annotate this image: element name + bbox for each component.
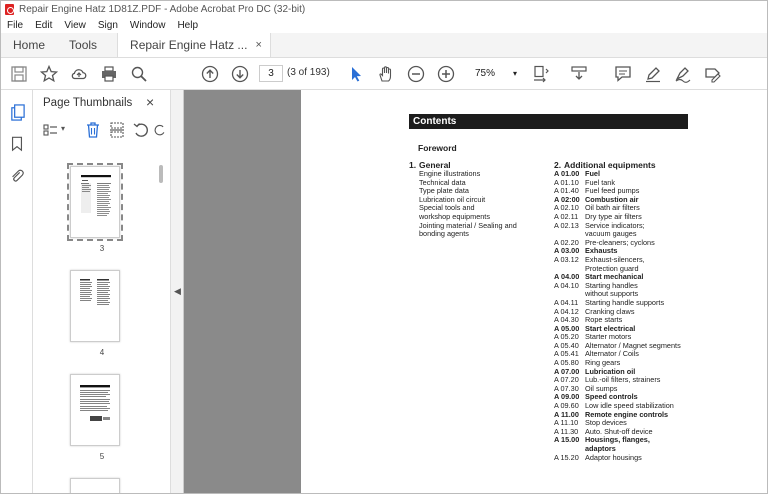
page-display-icon[interactable]	[531, 64, 551, 84]
tab-document-label: Repair Engine Hatz ...	[130, 38, 248, 52]
sign-pen-icon[interactable]	[673, 64, 693, 84]
menu-file[interactable]: File	[7, 20, 23, 31]
tab-document[interactable]: Repair Engine Hatz ... ×	[117, 33, 271, 57]
document-view[interactable]: Contents Foreword 1. General Engine illus…	[184, 90, 767, 493]
equipment-code: A 15.20	[554, 452, 579, 462]
navigation-rail	[1, 90, 33, 493]
tab-bar: Home Tools Repair Engine Hatz ... ×	[1, 33, 767, 58]
equipment-code: A 02.13	[554, 220, 579, 230]
edit-tag-icon[interactable]	[703, 64, 723, 84]
panel-title: Page Thumbnails	[43, 97, 133, 109]
page-count: (3 of 193)	[287, 67, 330, 78]
equipment-code: A 15.00	[554, 435, 580, 445]
tab-tools[interactable]: Tools	[57, 33, 109, 57]
page-thumbnail-5[interactable]	[70, 374, 120, 446]
comment-icon[interactable]	[613, 64, 633, 84]
cloud-upload-icon[interactable]	[69, 64, 89, 84]
previous-page-icon[interactable]	[200, 64, 220, 84]
thumbnail-scrollbar[interactable]	[159, 165, 163, 183]
delete-page-icon[interactable]	[83, 120, 103, 140]
section-general-number: 1.	[409, 160, 417, 170]
thumbnails-panel: Page Thumbnails × ▾ 3 4 5	[33, 90, 171, 493]
foreword-heading: Foreword	[418, 143, 457, 153]
menu-sign[interactable]: Sign	[98, 20, 118, 31]
save-icon[interactable]	[9, 64, 29, 84]
hand-tool-icon[interactable]	[376, 64, 396, 84]
zoom-level-dropdown[interactable]: 75% ▾	[463, 65, 521, 82]
general-item: bonding agents	[419, 229, 469, 239]
section-general: 1. General Engine illustrations Technical…	[409, 160, 549, 239]
equipment-row: A 15.00 Housings, flanges,	[554, 436, 714, 445]
acrobat-logo-icon	[5, 3, 14, 15]
panel-collapse-strip[interactable]: ◀	[171, 90, 184, 493]
menu-bar: File Edit View Sign Window Help	[1, 17, 767, 33]
thumbnail-4-preview	[80, 279, 110, 305]
zoom-level-value: 75%	[475, 68, 496, 79]
highlight-pen-icon[interactable]	[643, 64, 663, 84]
tab-home[interactable]: Home	[1, 33, 57, 57]
zoom-in-icon[interactable]	[436, 64, 456, 84]
thumbnail-label-5: 5	[99, 452, 105, 461]
window-title: Repair Engine Hatz 1D81Z.PDF - Adobe Acr…	[19, 3, 306, 15]
print-icon[interactable]	[99, 64, 119, 84]
collapse-left-arrow-icon[interactable]: ◀	[174, 286, 181, 297]
main-toolbar: 3 (3 of 193) 75% ▾	[1, 58, 767, 90]
options-chevron-down-icon[interactable]: ▾	[61, 124, 65, 133]
bookmark-star-icon[interactable]	[39, 64, 59, 84]
zoom-out-icon[interactable]	[406, 64, 426, 84]
thumbnail-label-3: 3	[99, 244, 105, 253]
bookmarks-icon[interactable]	[7, 134, 27, 154]
acrobat-window: Repair Engine Hatz 1D81Z.PDF - Adobe Acr…	[0, 0, 768, 494]
thumbnail-label-4: 4	[99, 348, 105, 357]
extract-pages-icon[interactable]	[107, 120, 127, 140]
pdf-page: Contents Foreword 1. General Engine illus…	[301, 90, 767, 493]
next-page-icon[interactable]	[230, 64, 250, 84]
menu-edit[interactable]: Edit	[35, 20, 52, 31]
scroll-mode-icon[interactable]	[569, 64, 589, 84]
rotate-clockwise-icon[interactable]	[153, 120, 167, 140]
chevron-down-icon: ▾	[512, 69, 517, 78]
menu-window[interactable]: Window	[130, 20, 166, 31]
equipment-list: A 01.00 Fuel A 01.10 Fuel tank A 01.40 Fuel f…	[554, 169, 714, 463]
thumbnail-3-preview	[81, 175, 111, 216]
title-bar: Repair Engine Hatz 1D81Z.PDF - Adobe Acr…	[1, 1, 767, 17]
page-number-input[interactable]: 3	[259, 65, 283, 82]
panel-close-icon[interactable]: ×	[146, 94, 154, 110]
equipment-code: A 03.12	[554, 254, 579, 264]
tab-close-icon[interactable]: ×	[255, 39, 261, 51]
attachments-icon[interactable]	[7, 166, 27, 186]
page-thumbnail-6[interactable]	[70, 478, 120, 493]
menu-view[interactable]: View	[64, 20, 86, 31]
contents-heading: Contents	[409, 114, 688, 129]
thumbnail-tools: ▾	[39, 120, 167, 142]
equipment-row: A 11.00 Remote engine controls	[554, 410, 714, 420]
rotate-counterclockwise-icon[interactable]	[131, 120, 151, 140]
select-cursor-icon[interactable]	[346, 64, 366, 84]
equipment-code: A 04.10	[554, 280, 579, 290]
page-thumbnails-icon[interactable]	[7, 102, 27, 122]
page-thumbnail-3[interactable]	[67, 163, 123, 241]
section-additional-equipments: 2. Additional equipments A 01.00 Fuel A 01.…	[554, 160, 714, 462]
page-thumbnail-4[interactable]	[70, 270, 120, 342]
find-icon[interactable]	[129, 64, 149, 84]
equipment-title: Adaptor housings	[585, 452, 642, 462]
equipment-row: A 15.20 Adaptor housings	[554, 452, 714, 463]
menu-help[interactable]: Help	[177, 20, 198, 31]
thumbnail-5-preview	[80, 385, 110, 421]
thumbnail-options-icon[interactable]	[41, 120, 61, 140]
